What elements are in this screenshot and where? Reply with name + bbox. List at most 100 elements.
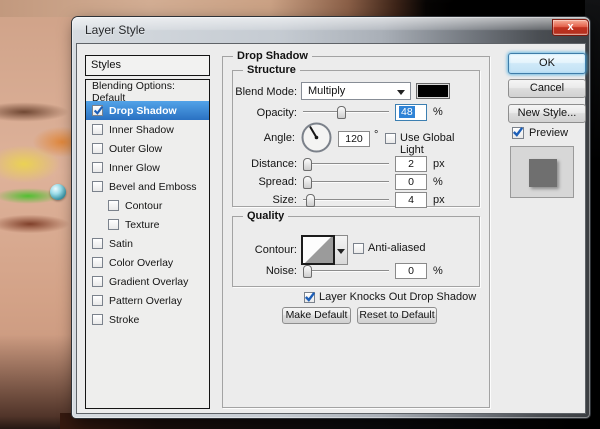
checkbox[interactable] bbox=[92, 238, 103, 249]
anti-aliased-label: Anti-aliased bbox=[368, 242, 426, 254]
spread-unit: % bbox=[433, 176, 443, 188]
checkbox[interactable] bbox=[108, 219, 119, 230]
make-default-button[interactable]: Make Default bbox=[282, 307, 351, 324]
sidebar-item-label: Contour bbox=[125, 199, 163, 212]
sidebar-item-label: Drop Shadow bbox=[109, 104, 177, 117]
checkbox[interactable] bbox=[92, 276, 103, 287]
sidebar-item-blending-options[interactable]: Blending Options: Default bbox=[86, 80, 209, 104]
checkbox[interactable] bbox=[108, 200, 119, 211]
layer-style-dialog: Layer Style x Styles Blending Options: D… bbox=[72, 17, 590, 418]
drop-shadow-group-title: Drop Shadow bbox=[233, 50, 312, 62]
preview-checkbox[interactable] bbox=[512, 127, 524, 139]
checkbox[interactable] bbox=[92, 295, 103, 306]
opacity-slider-thumb[interactable] bbox=[337, 106, 346, 119]
distance-label: Distance: bbox=[251, 158, 297, 170]
teardrop-gem bbox=[50, 184, 66, 200]
sidebar-item-pattern-overlay[interactable]: Pattern Overlay bbox=[86, 291, 209, 310]
blend-mode-label: Blend Mode: bbox=[235, 86, 297, 98]
size-label: Size: bbox=[272, 194, 297, 206]
angle-input[interactable]: 120 bbox=[338, 131, 370, 147]
checkbox[interactable] bbox=[92, 162, 103, 173]
sidebar-item-label: Texture bbox=[125, 218, 160, 231]
new-style-button[interactable]: New Style... bbox=[508, 104, 586, 123]
blend-mode-value: Multiply bbox=[308, 85, 346, 97]
distance-unit: px bbox=[433, 158, 445, 170]
preview-layer-square bbox=[529, 159, 557, 187]
opacity-value: 48 bbox=[399, 106, 415, 118]
close-icon: x bbox=[567, 21, 574, 33]
styles-list: Blending Options: Default Drop Shadow In… bbox=[85, 79, 210, 409]
distance-slider[interactable] bbox=[303, 158, 389, 171]
sidebar-item-texture[interactable]: Texture bbox=[86, 215, 209, 234]
checkbox-checked[interactable] bbox=[92, 105, 104, 116]
noise-slider-thumb[interactable] bbox=[303, 265, 312, 278]
sidebar-item-bevel-emboss[interactable]: Bevel and Emboss bbox=[86, 177, 209, 196]
distance-input[interactable]: 2 bbox=[395, 156, 427, 172]
checkbox[interactable] bbox=[92, 124, 103, 135]
noise-input[interactable]: 0 bbox=[395, 263, 427, 279]
blend-mode-dropdown[interactable]: Multiply bbox=[301, 82, 411, 100]
contour-picker[interactable] bbox=[301, 235, 335, 265]
checkbox[interactable] bbox=[92, 314, 103, 325]
ok-button[interactable]: OK bbox=[508, 53, 586, 74]
size-input[interactable]: 4 bbox=[395, 192, 427, 208]
angle-label: Angle: bbox=[263, 132, 295, 144]
sidebar-item-inner-glow[interactable]: Inner Glow bbox=[86, 158, 209, 177]
sidebar-item-label: Satin bbox=[109, 237, 133, 250]
spread-input[interactable]: 0 bbox=[395, 174, 427, 190]
size-slider[interactable] bbox=[303, 194, 389, 207]
spread-slider-thumb[interactable] bbox=[303, 176, 312, 189]
distance-slider-thumb[interactable] bbox=[303, 158, 312, 171]
anti-aliased-checkbox[interactable] bbox=[353, 243, 364, 254]
opacity-slider[interactable] bbox=[303, 106, 389, 119]
sidebar-item-satin[interactable]: Satin bbox=[86, 234, 209, 253]
structure-group: Structure Blend Mode: Multiply Opacity: … bbox=[232, 64, 480, 208]
spread-slider[interactable] bbox=[303, 176, 389, 189]
angle-dial[interactable] bbox=[300, 121, 333, 154]
cancel-button[interactable]: Cancel bbox=[508, 79, 586, 98]
reset-to-default-button[interactable]: Reset to Default bbox=[357, 307, 437, 324]
contour-dropdown-button[interactable] bbox=[335, 235, 348, 265]
use-global-light-checkbox[interactable] bbox=[385, 133, 396, 144]
size-value: 4 bbox=[408, 194, 414, 206]
sidebar-item-label: Bevel and Emboss bbox=[109, 180, 197, 193]
quality-group: Quality Contour: Anti-aliased Noise: 0 % bbox=[232, 210, 480, 287]
sidebar-item-label: Gradient Overlay bbox=[109, 275, 189, 288]
opacity-input[interactable]: 48 bbox=[395, 104, 427, 121]
size-unit: px bbox=[433, 194, 445, 206]
structure-group-title: Structure bbox=[243, 64, 300, 76]
sidebar-item-gradient-overlay[interactable]: Gradient Overlay bbox=[86, 272, 209, 291]
use-global-light-label: Use Global Light bbox=[400, 132, 455, 156]
style-preview-swatch bbox=[510, 146, 574, 198]
quality-group-title: Quality bbox=[243, 210, 289, 222]
dialog-titlebar[interactable]: Layer Style x bbox=[72, 17, 590, 43]
shadow-color-swatch[interactable] bbox=[416, 83, 450, 99]
layer-knocks-out-checkbox[interactable] bbox=[304, 292, 316, 303]
size-slider-thumb[interactable] bbox=[306, 194, 315, 207]
dialog-title: Layer Style bbox=[85, 23, 146, 37]
close-button[interactable]: x bbox=[552, 19, 589, 36]
noise-slider[interactable] bbox=[303, 265, 389, 278]
distance-value: 2 bbox=[408, 158, 414, 170]
spread-value: 0 bbox=[408, 176, 414, 188]
checkbox[interactable] bbox=[92, 181, 103, 192]
noise-unit: % bbox=[433, 265, 443, 277]
sidebar-item-drop-shadow[interactable]: Drop Shadow bbox=[86, 101, 209, 120]
sidebar-item-label: Pattern Overlay bbox=[109, 294, 182, 307]
background-photo-eye bbox=[0, 0, 78, 429]
spread-label: Spread: bbox=[258, 176, 297, 188]
checkbox[interactable] bbox=[92, 257, 103, 268]
sidebar-item-outer-glow[interactable]: Outer Glow bbox=[86, 139, 209, 158]
chevron-down-icon bbox=[397, 90, 405, 95]
screen: Layer Style x Styles Blending Options: D… bbox=[0, 0, 600, 429]
checkbox[interactable] bbox=[92, 143, 103, 154]
sidebar-item-label: Inner Glow bbox=[109, 161, 160, 174]
opacity-label: Opacity: bbox=[256, 107, 297, 119]
sidebar-item-color-overlay[interactable]: Color Overlay bbox=[86, 253, 209, 272]
opacity-unit: % bbox=[433, 106, 443, 118]
sidebar-item-stroke[interactable]: Stroke bbox=[86, 310, 209, 329]
contour-label: Contour: bbox=[254, 244, 297, 256]
sidebar-item-inner-shadow[interactable]: Inner Shadow bbox=[86, 120, 209, 139]
sidebar-item-contour[interactable]: Contour bbox=[86, 196, 209, 215]
preview-label: Preview bbox=[529, 127, 569, 139]
